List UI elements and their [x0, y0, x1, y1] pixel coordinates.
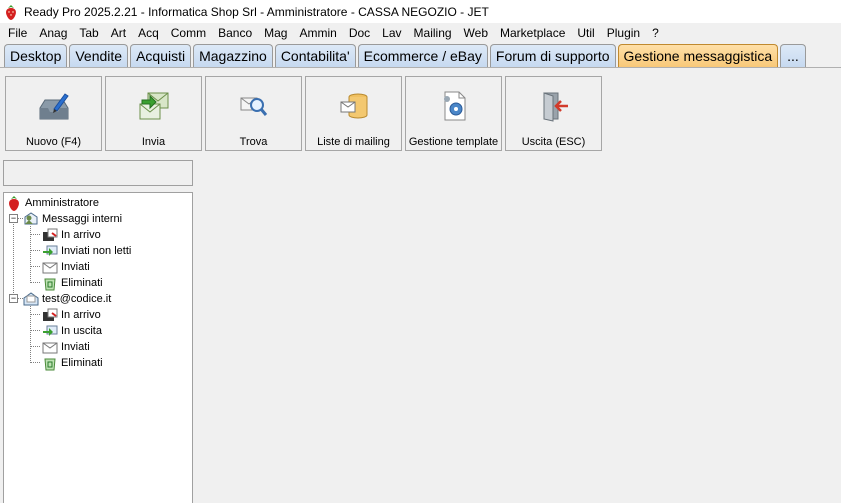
title-bar: Ready Pro 2025.2.21 - Informatica Shop S… [0, 0, 841, 23]
tab-contabilita[interactable]: Contabilita' [274, 44, 356, 67]
template-gear-icon [443, 91, 465, 121]
tree-root-node[interactable]: Amministratore [6, 195, 99, 211]
tree-root-label: Amministratore [25, 197, 99, 209]
recycle-bin-icon [44, 278, 56, 291]
menu-lav[interactable]: Lav [376, 23, 407, 43]
tab-gestione-messaggistica[interactable]: Gestione messaggistica [617, 44, 779, 67]
tree-item-account-inbox[interactable]: In arrivo [42, 307, 101, 323]
mailing-lists-button[interactable]: Liste di mailing [305, 76, 402, 151]
sent-icon [42, 342, 58, 354]
outbox-icon [43, 325, 58, 336]
search-icon [240, 97, 267, 116]
tree-item-internal-sent[interactable]: Inviati [42, 259, 90, 275]
tree-item-account-sent[interactable]: Inviati [42, 339, 90, 355]
tree-node-internal-messages[interactable]: Messaggi interni [23, 211, 122, 227]
sent-icon [42, 262, 58, 274]
tree-node-account[interactable]: test@codice.it [23, 291, 111, 307]
sent-unread-icon [43, 245, 58, 256]
menu-plugin[interactable]: Plugin [601, 23, 646, 43]
inbox-icon [43, 308, 58, 321]
menu-marketplace[interactable]: Marketplace [494, 23, 571, 43]
templates-button[interactable]: Gestione template [405, 76, 502, 151]
inbox-pen-icon [39, 93, 69, 120]
send-button[interactable]: Invia [105, 76, 202, 151]
tree-filter-input[interactable] [3, 160, 193, 186]
inbox-icon [43, 228, 58, 241]
menu-bar: File Anag Tab Art Acq Comm Banco Mag Amm… [0, 23, 841, 43]
menu-util[interactable]: Util [571, 23, 600, 43]
collapse-internal-toggle[interactable]: − [9, 214, 18, 223]
tree-item-internal-inbox[interactable]: In arrivo [42, 227, 101, 243]
mailing-database-icon [340, 93, 367, 119]
exit-button[interactable]: Uscita (ESC) [505, 76, 602, 151]
find-button-label: Trova [239, 136, 268, 148]
menu-comm[interactable]: Comm [165, 23, 212, 43]
tree-item-label: In uscita [61, 325, 102, 337]
tree-item-internal-deleted[interactable]: Eliminati [42, 275, 103, 291]
tab-bar: Desktop Vendite Acquisti Magazzino Conta… [0, 43, 841, 68]
menu-anag[interactable]: Anag [33, 23, 73, 43]
tab-desktop[interactable]: Desktop [4, 44, 68, 67]
menu-art[interactable]: Art [105, 23, 132, 43]
recycle-bin-icon [44, 358, 56, 371]
tree-item-label: Inviati [61, 261, 90, 273]
send-button-label: Invia [141, 136, 166, 148]
tree-item-account-deleted[interactable]: Eliminati [42, 355, 103, 371]
menu-tab[interactable]: Tab [73, 23, 104, 43]
menu-doc[interactable]: Doc [343, 23, 376, 43]
templates-button-label: Gestione template [408, 136, 499, 148]
menu-web[interactable]: Web [458, 23, 494, 43]
tree-item-account-outbox[interactable]: In uscita [42, 323, 102, 339]
tree-item-label: Inviati [61, 341, 90, 353]
tree-item-label: Eliminati [61, 357, 103, 369]
menu-file[interactable]: File [2, 23, 33, 43]
tab-magazzino[interactable]: Magazzino [193, 44, 273, 67]
mailing-lists-button-label: Liste di mailing [317, 136, 390, 148]
menu-mag[interactable]: Mag [258, 23, 293, 43]
tree-item-label: In arrivo [61, 229, 101, 241]
send-mail-icon [139, 92, 168, 120]
tree-item-label: Inviati non letti [61, 245, 132, 257]
tab-ecommerce-ebay[interactable]: Ecommerce / eBay [357, 44, 488, 67]
tab-acquisti[interactable]: Acquisti [130, 44, 192, 67]
menu-ammin[interactable]: Ammin [293, 23, 342, 43]
tab-vendite[interactable]: Vendite [69, 44, 129, 67]
collapse-account-toggle[interactable]: − [9, 294, 18, 303]
tree-node-internal-label: Messaggi interni [42, 213, 123, 225]
strawberry-app-icon [6, 4, 16, 20]
tree-node-account-label: test@codice.it [42, 293, 112, 305]
window-title: Ready Pro 2025.2.21 - Informatica Shop S… [24, 4, 489, 19]
new-button-label: Nuovo (F4) [25, 136, 82, 148]
new-button[interactable]: Nuovo (F4) [5, 76, 102, 151]
tree-item-internal-sent-unread[interactable]: Inviati non letti [42, 243, 131, 259]
exit-button-label: Uscita (ESC) [521, 136, 586, 148]
menu-acq[interactable]: Acq [132, 23, 165, 43]
menu-mailing[interactable]: Mailing [408, 23, 458, 43]
strawberry-icon [9, 196, 19, 211]
menu-help[interactable]: ? [646, 23, 665, 43]
mail-account-icon [23, 292, 39, 306]
user-mail-icon [24, 212, 38, 225]
toolbar: Nuovo (F4) Invia Trova Liste di mailing [5, 76, 605, 151]
mailbox-tree: Amministratore − Messaggi interni In arr… [3, 192, 193, 503]
menu-banco[interactable]: Banco [212, 23, 258, 43]
tree-item-label: In arrivo [61, 309, 101, 321]
tree-item-label: Eliminati [61, 277, 103, 289]
tab-more[interactable]: ... [780, 44, 806, 67]
find-button[interactable]: Trova [205, 76, 302, 151]
tab-forum-supporto[interactable]: Forum di supporto [489, 44, 616, 67]
exit-door-icon [543, 92, 568, 122]
